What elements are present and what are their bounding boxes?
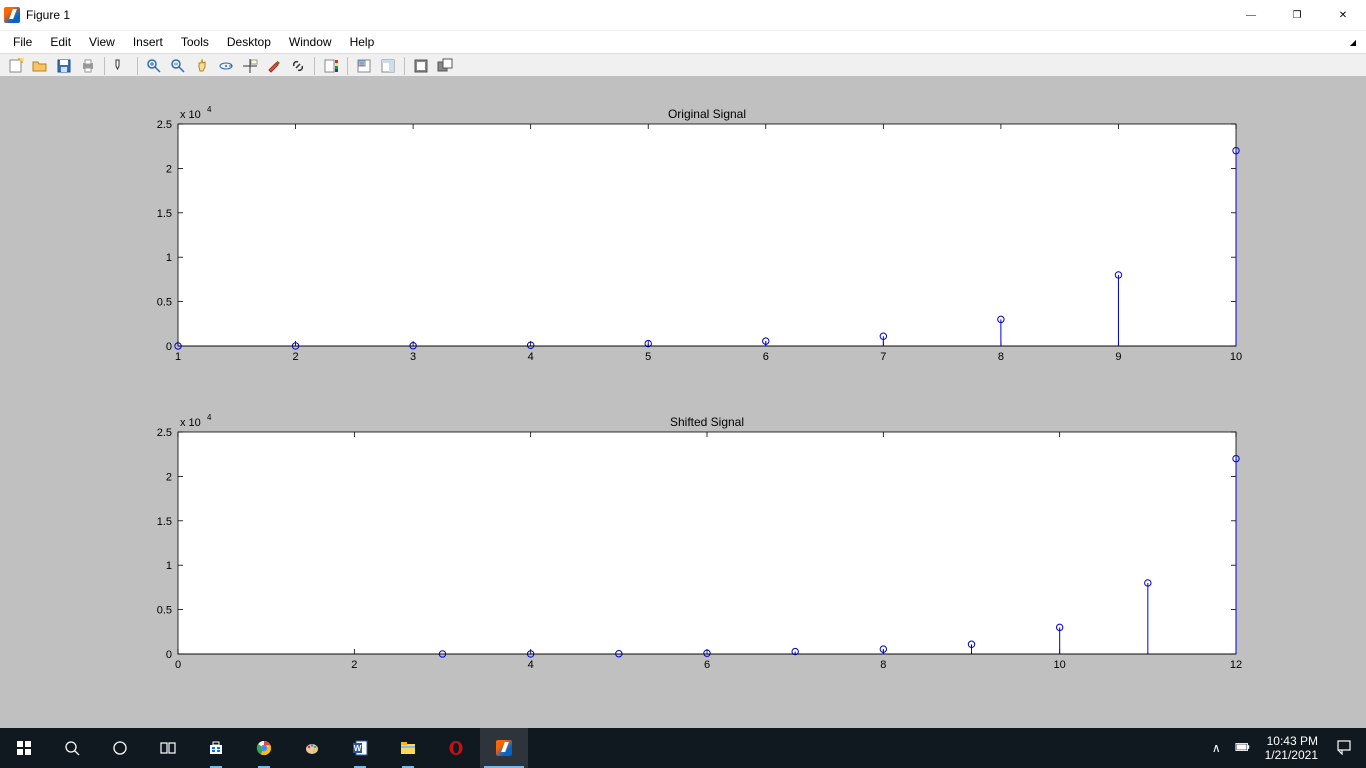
- svg-text:1.5: 1.5: [157, 516, 172, 528]
- menu-bar: FileEditViewInsertToolsDesktopWindowHelp…: [0, 31, 1366, 54]
- svg-text:6: 6: [704, 659, 710, 671]
- system-date: 1/21/2021: [1265, 748, 1318, 762]
- svg-text:2: 2: [292, 351, 298, 363]
- tray-expand-icon[interactable]: ∧: [1204, 741, 1229, 755]
- system-time: 10:43 PM: [1265, 734, 1318, 748]
- svg-text:2.5: 2.5: [157, 427, 172, 439]
- dock-icon[interactable]: [410, 55, 432, 77]
- opera-icon[interactable]: [432, 728, 480, 768]
- start-button[interactable]: [0, 728, 48, 768]
- insert-legend-icon[interactable]: [353, 55, 375, 77]
- svg-text:4: 4: [528, 659, 534, 671]
- paint-icon[interactable]: [288, 728, 336, 768]
- matlab-icon: [4, 7, 20, 23]
- chrome-icon[interactable]: [240, 728, 288, 768]
- svg-text:Shifted Signal: Shifted Signal: [670, 415, 744, 429]
- minimize-button[interactable]: —: [1228, 0, 1274, 30]
- cortana-button[interactable]: [96, 728, 144, 768]
- link-icon[interactable]: [287, 55, 309, 77]
- svg-text:0: 0: [166, 341, 172, 353]
- file-explorer-icon[interactable]: [384, 728, 432, 768]
- svg-text:1: 1: [166, 252, 172, 264]
- svg-text:4: 4: [207, 105, 212, 114]
- svg-text:12: 12: [1230, 659, 1242, 671]
- menu-edit[interactable]: Edit: [41, 33, 80, 51]
- microsoft-store-icon[interactable]: [192, 728, 240, 768]
- svg-text:7: 7: [880, 351, 886, 363]
- menu-help[interactable]: Help: [341, 33, 384, 51]
- svg-text:1: 1: [175, 351, 181, 363]
- window-title: Figure 1: [26, 8, 70, 22]
- menu-desktop[interactable]: Desktop: [218, 33, 280, 51]
- svg-text:10: 10: [1054, 659, 1066, 671]
- menu-file[interactable]: File: [4, 33, 41, 51]
- svg-text:9: 9: [1115, 351, 1121, 363]
- svg-text:0: 0: [166, 649, 172, 661]
- open-icon[interactable]: [29, 55, 51, 77]
- insert-colorbar-icon[interactable]: [320, 55, 342, 77]
- svg-text:4: 4: [528, 351, 534, 363]
- undock-icon[interactable]: [434, 55, 456, 77]
- svg-text:6: 6: [763, 351, 769, 363]
- svg-text:2: 2: [351, 659, 357, 671]
- plots: 1234567891000.511.522.5x 104Original Sig…: [0, 76, 1366, 728]
- hide-tools-icon[interactable]: [377, 55, 399, 77]
- print-icon[interactable]: [77, 55, 99, 77]
- windows-taskbar: W ∧ 10:43 PM 1/21/2021: [0, 728, 1366, 768]
- close-button[interactable]: ✕: [1320, 0, 1366, 30]
- svg-text:0.5: 0.5: [157, 605, 172, 617]
- svg-text:2.5: 2.5: [157, 119, 172, 131]
- figure-area: 1234567891000.511.522.5x 104Original Sig…: [0, 76, 1366, 728]
- battery-icon[interactable]: [1229, 739, 1257, 758]
- svg-text:Original Signal: Original Signal: [668, 107, 746, 121]
- chart-original-signal: 1 2 3 4 5 6 7 8 9 10 0 0.5 1 1.5 2 2.5 x 10 4 Original Sig…: [157, 105, 1242, 363]
- svg-text:5: 5: [645, 351, 651, 363]
- word-icon[interactable]: W: [336, 728, 384, 768]
- title-bar: Figure 1 — ❐ ✕: [0, 0, 1366, 31]
- svg-text:8: 8: [998, 351, 1004, 363]
- zoom-in-icon[interactable]: [143, 55, 165, 77]
- svg-text:2: 2: [166, 471, 172, 483]
- svg-text:0: 0: [175, 659, 181, 671]
- menu-window[interactable]: Window: [280, 33, 341, 51]
- search-button[interactable]: [48, 728, 96, 768]
- svg-text:4: 4: [207, 413, 212, 422]
- edit-plot-icon[interactable]: [110, 55, 132, 77]
- svg-text:1: 1: [166, 560, 172, 572]
- brush-icon[interactable]: [263, 55, 285, 77]
- matlab-taskbar-icon[interactable]: [480, 728, 528, 768]
- data-cursor-icon[interactable]: [239, 55, 261, 77]
- pan-icon[interactable]: [191, 55, 213, 77]
- svg-text:1.5: 1.5: [157, 208, 172, 220]
- system-clock[interactable]: 10:43 PM 1/21/2021: [1257, 734, 1326, 762]
- save-icon[interactable]: [53, 55, 75, 77]
- rotate-3d-icon[interactable]: [215, 55, 237, 77]
- maximize-button[interactable]: ❐: [1274, 0, 1320, 30]
- svg-text:10: 10: [1230, 351, 1242, 363]
- svg-text:8: 8: [880, 659, 886, 671]
- new-figure-icon[interactable]: [5, 55, 27, 77]
- svg-text:x 10: x 10: [180, 109, 201, 121]
- notifications-icon[interactable]: [1326, 739, 1362, 758]
- svg-text:x 10: x 10: [180, 417, 201, 429]
- task-view-button[interactable]: [144, 728, 192, 768]
- menu-tools[interactable]: Tools: [172, 33, 218, 51]
- svg-text:2: 2: [166, 163, 172, 175]
- chart-shifted-signal: 0 2 4 6 8 10 12 0 0.5 1 1.5 2 2.5 x 10 4 Shifted Signal: [157, 413, 1242, 671]
- zoom-out-icon[interactable]: [167, 55, 189, 77]
- menu-overflow-icon[interactable]: ◢: [1350, 38, 1362, 47]
- menu-insert[interactable]: Insert: [124, 33, 172, 51]
- svg-text:W: W: [354, 744, 362, 753]
- svg-text:3: 3: [410, 351, 416, 363]
- menu-view[interactable]: View: [80, 33, 124, 51]
- svg-text:0.5: 0.5: [157, 297, 172, 309]
